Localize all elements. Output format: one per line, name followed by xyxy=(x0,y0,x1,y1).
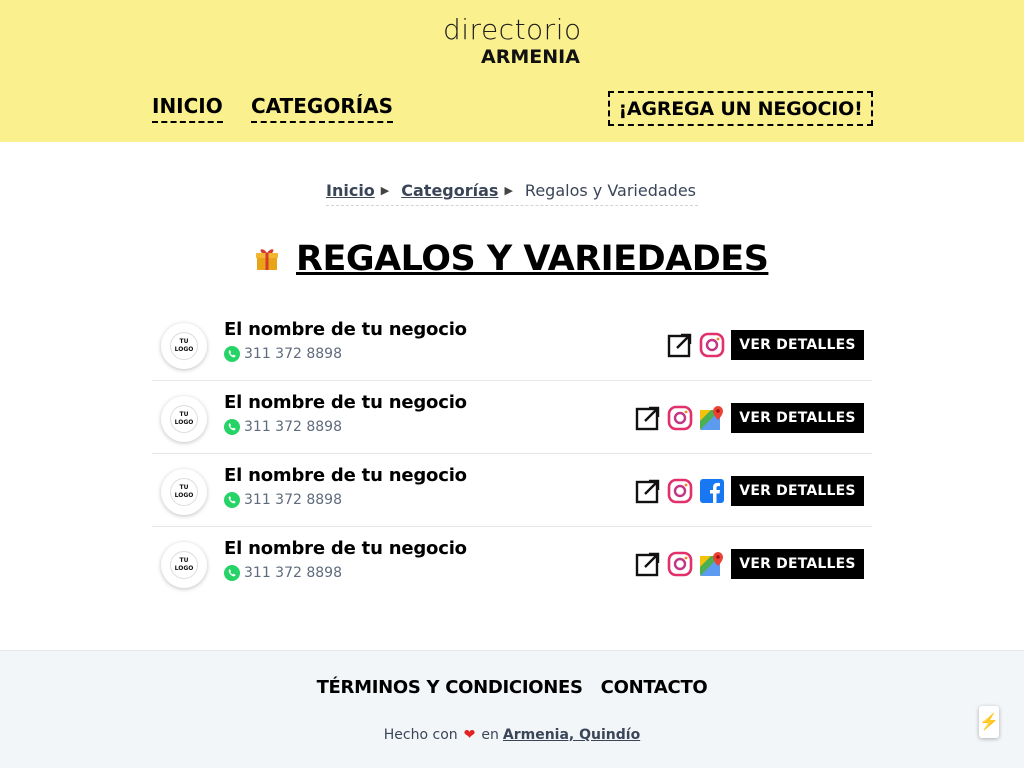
business-name[interactable]: El nombre de tu negocio xyxy=(224,319,467,340)
business-actions: VER DETALLES xyxy=(629,476,864,506)
business-logo[interactable]: TU LOGO xyxy=(161,396,207,442)
business-name[interactable]: El nombre de tu negocio xyxy=(224,392,467,413)
made-with-prefix: Hecho con xyxy=(383,727,458,743)
view-details-button[interactable]: VER DETALLES xyxy=(731,330,864,360)
list-item: TU LOGO El nombre de tu negocio 311 372 … xyxy=(152,527,872,600)
view-details-button[interactable]: VER DETALLES xyxy=(731,403,864,433)
business-actions: VER DETALLES xyxy=(629,549,864,579)
terms-link[interactable]: TÉRMINOS Y CONDICIONES xyxy=(317,677,583,698)
gift-icon xyxy=(256,249,278,270)
footer-links: TÉRMINOS Y CONDICIONES CONTACTO xyxy=(0,677,1024,698)
breadcrumb-categorias[interactable]: Categorías xyxy=(401,181,498,200)
instagram-icon[interactable] xyxy=(667,478,693,504)
logo-placeholder-text: TU LOGO xyxy=(170,551,198,579)
business-phone[interactable]: 311 372 8898 xyxy=(224,492,342,508)
page-heading: REGALOS Y VARIEDADES xyxy=(254,236,769,282)
breadcrumb-current: Regalos y Variedades xyxy=(524,181,697,200)
breadcrumb-arrow-icon: ▶ xyxy=(380,184,390,197)
logo-placeholder-text: TU LOGO xyxy=(170,478,198,506)
brand-title: directorio xyxy=(443,13,582,46)
breadcrumb-inicio[interactable]: Inicio xyxy=(326,181,375,200)
made-with-text: Hecho con ❤ en Armenia, Quindío xyxy=(0,727,1024,743)
business-actions: VER DETALLES xyxy=(661,330,864,360)
business-phone[interactable]: 311 372 8898 xyxy=(224,565,342,581)
whatsapp-icon xyxy=(224,565,240,581)
business-logo[interactable]: TU LOGO xyxy=(161,323,207,369)
site-footer: TÉRMINOS Y CONDICIONES CONTACTO Hecho co… xyxy=(0,650,1024,768)
external-link-icon[interactable] xyxy=(635,478,661,504)
whatsapp-icon xyxy=(224,492,240,508)
logo-placeholder-text: TU LOGO xyxy=(170,332,198,360)
business-name[interactable]: El nombre de tu negocio xyxy=(224,538,467,559)
whatsapp-icon xyxy=(224,346,240,362)
brand-subtitle: ARMENIA xyxy=(481,46,580,68)
heart-icon: ❤ xyxy=(463,727,476,743)
instagram-icon[interactable] xyxy=(667,405,693,431)
phone-number: 311 372 8898 xyxy=(244,346,342,362)
business-list: TU LOGO El nombre de tu negocio 311 372 … xyxy=(152,308,872,600)
breadcrumb: Inicio ▶ Categorías ▶ Regalos y Variedad… xyxy=(326,176,698,206)
view-details-button[interactable]: VER DETALLES xyxy=(731,549,864,579)
phone-number: 311 372 8898 xyxy=(244,492,342,508)
external-link-icon[interactable] xyxy=(635,405,661,431)
google-maps-icon[interactable] xyxy=(699,405,725,431)
location-link[interactable]: Armenia, Quindío xyxy=(503,727,640,743)
business-actions: VER DETALLES xyxy=(629,403,864,433)
instagram-icon[interactable] xyxy=(667,551,693,577)
brand-logo[interactable]: directorio ARMENIA xyxy=(443,13,643,69)
instagram-icon[interactable] xyxy=(699,332,725,358)
phone-number: 311 372 8898 xyxy=(244,419,342,435)
external-link-icon[interactable] xyxy=(635,551,661,577)
business-phone[interactable]: 311 372 8898 xyxy=(224,419,342,435)
logo-placeholder-text: TU LOGO xyxy=(170,405,198,433)
facebook-icon[interactable] xyxy=(699,478,725,504)
whatsapp-icon xyxy=(224,419,240,435)
lightning-icon[interactable]: ⚡ xyxy=(979,706,999,738)
external-link-icon[interactable] xyxy=(667,332,693,358)
breadcrumb-arrow-icon: ▶ xyxy=(504,184,513,197)
business-logo[interactable]: TU LOGO xyxy=(161,469,207,515)
nav-inicio[interactable]: INICIO xyxy=(152,94,223,123)
made-with-mid: en xyxy=(481,727,499,743)
page-title: REGALOS Y VARIEDADES xyxy=(296,239,769,279)
list-item: TU LOGO El nombre de tu negocio 311 372 … xyxy=(152,454,872,527)
list-item: TU LOGO El nombre de tu negocio 311 372 … xyxy=(152,308,872,381)
nav-categorias[interactable]: CATEGORÍAS xyxy=(251,94,394,123)
view-details-button[interactable]: VER DETALLES xyxy=(731,476,864,506)
list-item: TU LOGO El nombre de tu negocio 311 372 … xyxy=(152,381,872,454)
google-maps-icon[interactable] xyxy=(699,551,725,577)
phone-number: 311 372 8898 xyxy=(244,565,342,581)
site-header: directorio ARMENIA INICIO CATEGORÍAS ¡AG… xyxy=(0,0,1024,142)
business-name[interactable]: El nombre de tu negocio xyxy=(224,465,467,486)
business-phone[interactable]: 311 372 8898 xyxy=(224,346,342,362)
add-business-button[interactable]: ¡AGREGA UN NEGOCIO! xyxy=(608,91,873,126)
business-logo[interactable]: TU LOGO xyxy=(161,542,207,588)
contact-link[interactable]: CONTACTO xyxy=(601,677,708,698)
